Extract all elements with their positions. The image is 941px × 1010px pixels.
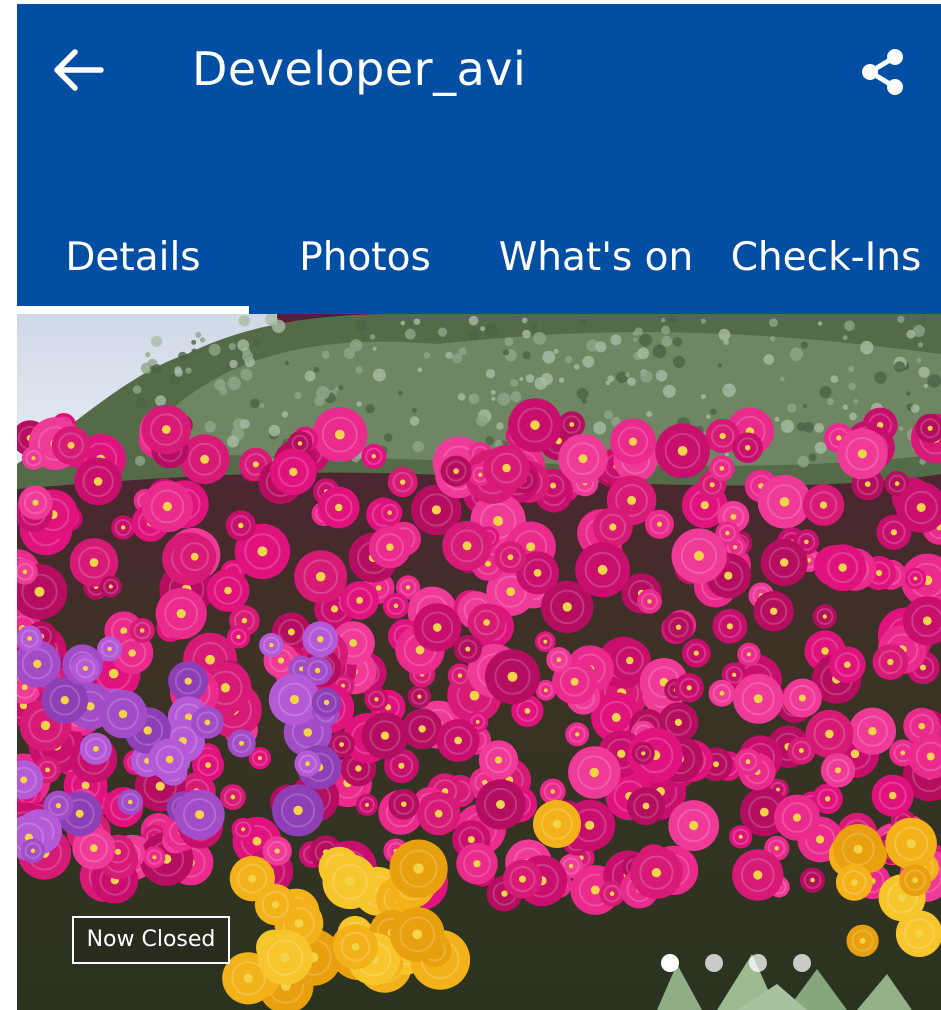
tab-whats-on[interactable]: What's on xyxy=(481,219,711,304)
hero-photo[interactable]: Now Closed xyxy=(17,314,941,1010)
carousel-dot[interactable] xyxy=(705,954,723,972)
arrow-left-icon xyxy=(53,48,105,97)
tab-selected-indicator xyxy=(17,306,249,314)
tab-check-ins[interactable]: Check-Ins xyxy=(711,219,941,304)
share-icon xyxy=(858,47,906,102)
app-bar: Developer_avi Details Photos What's on C… xyxy=(17,4,941,314)
page-title: Developer_avi xyxy=(192,42,527,96)
carousel-dot[interactable] xyxy=(793,954,811,972)
tab-details[interactable]: Details xyxy=(17,219,249,304)
carousel-dot[interactable] xyxy=(661,954,679,972)
share-button[interactable] xyxy=(852,44,912,104)
status-badge: Now Closed xyxy=(72,916,230,964)
carousel-dot[interactable] xyxy=(749,954,767,972)
tab-photos[interactable]: Photos xyxy=(249,219,481,304)
back-button[interactable] xyxy=(47,42,111,102)
flower-field-photo xyxy=(17,314,941,1010)
carousel-indicator xyxy=(661,954,811,972)
tab-bar: Details Photos What's on Check-Ins xyxy=(17,219,941,314)
venue-screen: Developer_avi Details Photos What's on C… xyxy=(17,4,941,1010)
